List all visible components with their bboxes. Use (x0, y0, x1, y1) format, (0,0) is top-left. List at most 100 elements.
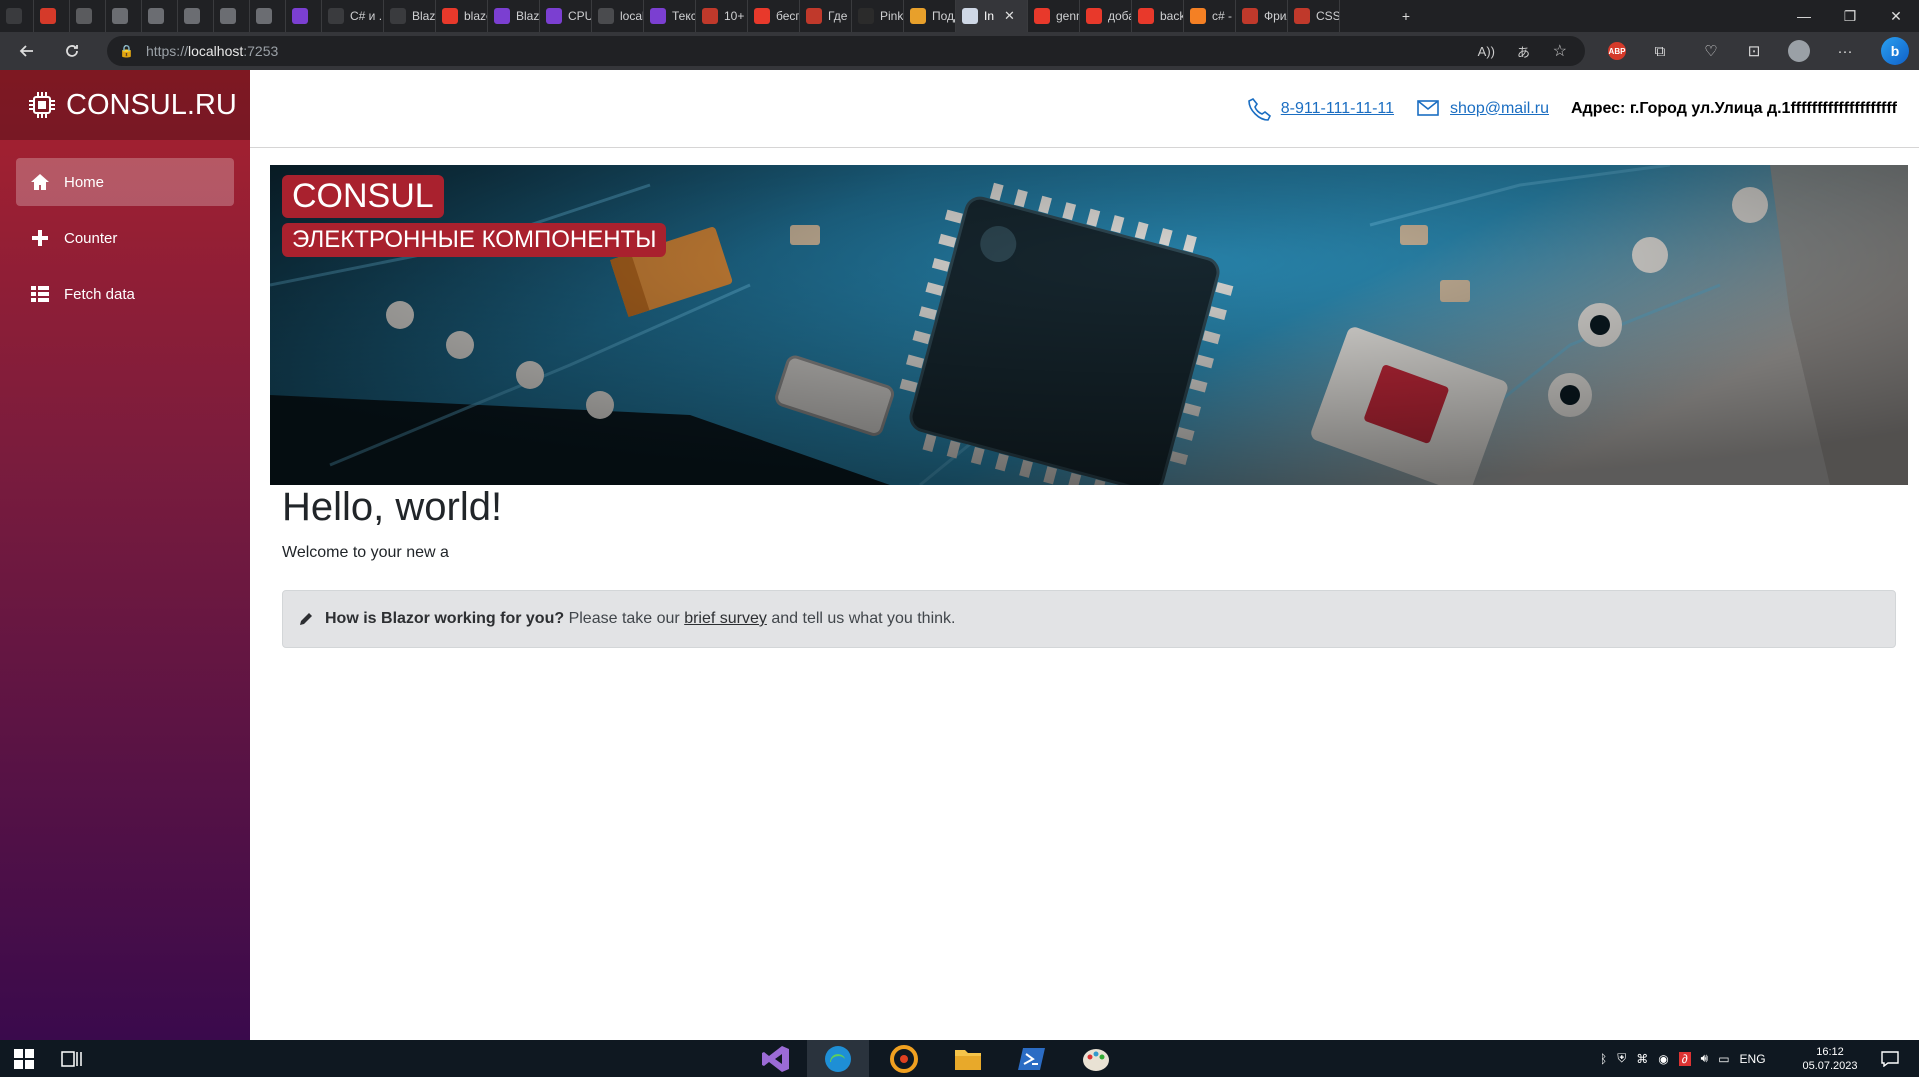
sidebar-item-counter[interactable]: Counter (16, 214, 234, 262)
edge-icon (825, 1045, 851, 1072)
minimize-button[interactable]: — (1781, 0, 1827, 32)
phone-contact: 8-911-111-11-11 (1247, 96, 1394, 122)
browser-tab[interactable]: blazer (436, 0, 488, 32)
bluetooth-icon[interactable]: ᛒ (1600, 1052, 1607, 1066)
browser-tab[interactable] (214, 0, 250, 32)
browser-tab[interactable]: CSS c (1288, 0, 1340, 32)
browser-essentials-icon[interactable]: ♡ (1699, 39, 1723, 63)
antivirus-icon[interactable]: ∂ (1678, 1051, 1691, 1066)
browser-tab[interactable]: c# - h (1184, 0, 1236, 32)
more-menu-icon[interactable]: ··· (1833, 39, 1857, 63)
sidebar-item-fetch-data[interactable]: Fetch data (16, 270, 234, 318)
profile-avatar-icon[interactable] (1787, 39, 1811, 63)
phone-link[interactable]: 8-911-111-11-11 (1281, 100, 1394, 118)
sidebar-item-home[interactable]: Home (16, 158, 234, 206)
browser-tab[interactable]: CPU · (540, 0, 592, 32)
home-icon (31, 174, 49, 190)
sidebar: CONSUL.RU Home Counter Fetch data (0, 70, 250, 1040)
collections-icon[interactable]: ⊡ (1742, 39, 1766, 63)
language-indicator[interactable]: ENG (1740, 1052, 1766, 1066)
t-favicon (184, 8, 200, 24)
browser-tab[interactable]: Текст (644, 0, 696, 32)
browser-tab[interactable] (70, 0, 106, 32)
browser-tab-label: бесп. (776, 9, 799, 23)
s-favicon (1294, 8, 1310, 24)
browser-tab[interactable]: добав (1080, 0, 1132, 32)
adblock-extension-icon[interactable]: ABP (1605, 39, 1629, 63)
doc-favicon (598, 8, 614, 24)
browser-tab[interactable] (0, 0, 34, 32)
browser-tab[interactable]: Blazor (488, 0, 540, 32)
yandex-favicon (1086, 8, 1102, 24)
b-favicon (292, 8, 308, 24)
browser-tab[interactable]: бесп. (748, 0, 800, 32)
browser-tab[interactable]: backg (1132, 0, 1184, 32)
browser-tab[interactable] (250, 0, 286, 32)
brand-header[interactable]: CONSUL.RU (0, 70, 250, 140)
email-link[interactable]: shop@mail.ru (1450, 100, 1549, 118)
favorite-star-icon[interactable]: ☆ (1553, 41, 1567, 61)
edge-browser-app[interactable] (807, 1040, 869, 1077)
browser-tab[interactable] (178, 0, 214, 32)
visual-studio-app[interactable] (745, 1040, 807, 1077)
browser-tab-label: blazer (464, 9, 487, 23)
browser-tab-label: CPU · (568, 9, 592, 23)
shield-icon[interactable]: ⛨ (1617, 1051, 1626, 1066)
back-button[interactable] (10, 34, 44, 68)
t-favicon (112, 8, 128, 24)
b-favicon (650, 8, 666, 24)
browser-tab-label: c# - h (1212, 9, 1235, 23)
windows-logo-icon (14, 1048, 34, 1069)
browser-tab[interactable]: Где в (800, 0, 852, 32)
bing-chat-icon[interactable]: b (1880, 36, 1910, 66)
powershell-app[interactable] (1001, 1040, 1063, 1077)
browser-tab[interactable]: C# и . (322, 0, 384, 32)
url-bar[interactable]: 🔒 https://localhost:7253 A)) あ ☆ (107, 36, 1585, 66)
circle-favicon (806, 8, 822, 24)
list-icon (31, 286, 49, 302)
brief-survey-link[interactable]: brief survey (684, 610, 767, 627)
volume-icon[interactable]: 🔊︎ (1701, 1051, 1709, 1066)
browser-tab[interactable]: Pink c (852, 0, 904, 32)
read-aloud-icon[interactable]: A)) (1478, 44, 1495, 59)
banner-title: CONSUL (282, 175, 444, 218)
browser-tab[interactable] (286, 0, 322, 32)
browser-tab[interactable]: Blazor (384, 0, 436, 32)
browser-tab-label: localh (620, 9, 643, 23)
notifications-button[interactable] (1870, 1040, 1910, 1077)
browser-tab[interactable] (142, 0, 178, 32)
translate-icon[interactable]: あ (1517, 42, 1530, 61)
start-button[interactable] (0, 1040, 48, 1077)
lock-icon: 🔒 (119, 44, 134, 58)
browser-tab[interactable]: Подд (904, 0, 956, 32)
t-favicon (220, 8, 236, 24)
new-tab-button[interactable]: + (1383, 0, 1429, 32)
survey-question: How is Blazor working for you? (325, 610, 565, 627)
extensions-icon[interactable]: ⧉ (1648, 39, 1672, 63)
network-status-icon[interactable]: ⌘ (1636, 1052, 1648, 1066)
browser-tab[interactable]: genm (1028, 0, 1080, 32)
browser-tab[interactable]: 10+ B (696, 0, 748, 32)
folder-icon (955, 1049, 981, 1070)
display-icon[interactable]: ▭ (1718, 1052, 1729, 1066)
visual-studio-icon (762, 1045, 789, 1072)
browser-tab[interactable] (106, 0, 142, 32)
media-app[interactable] (873, 1040, 935, 1077)
browser-tab[interactable]: Фрил (1236, 0, 1288, 32)
browser-tab[interactable]: In ✕ (956, 0, 1028, 32)
edge-tray-icon[interactable]: ◉ (1658, 1052, 1668, 1066)
close-window-button[interactable]: ✕ (1873, 0, 1919, 32)
clock[interactable]: 16:12 05.07.2023 (1800, 1040, 1860, 1077)
browser-tab[interactable]: localh (592, 0, 644, 32)
maximize-button[interactable]: ❐ (1827, 0, 1873, 32)
reload-button[interactable] (55, 34, 89, 68)
t-favicon (256, 8, 272, 24)
mail-icon (1417, 99, 1439, 116)
close-tab-icon[interactable]: ✕ (1004, 8, 1015, 24)
file-explorer-app[interactable] (937, 1040, 999, 1077)
blank-favicon (390, 8, 406, 24)
browser-tab[interactable] (34, 0, 70, 32)
task-view-button[interactable] (48, 1040, 96, 1077)
paint-app[interactable] (1065, 1040, 1127, 1077)
survey-prompt: How is Blazor working for you? Please ta… (282, 590, 1896, 648)
